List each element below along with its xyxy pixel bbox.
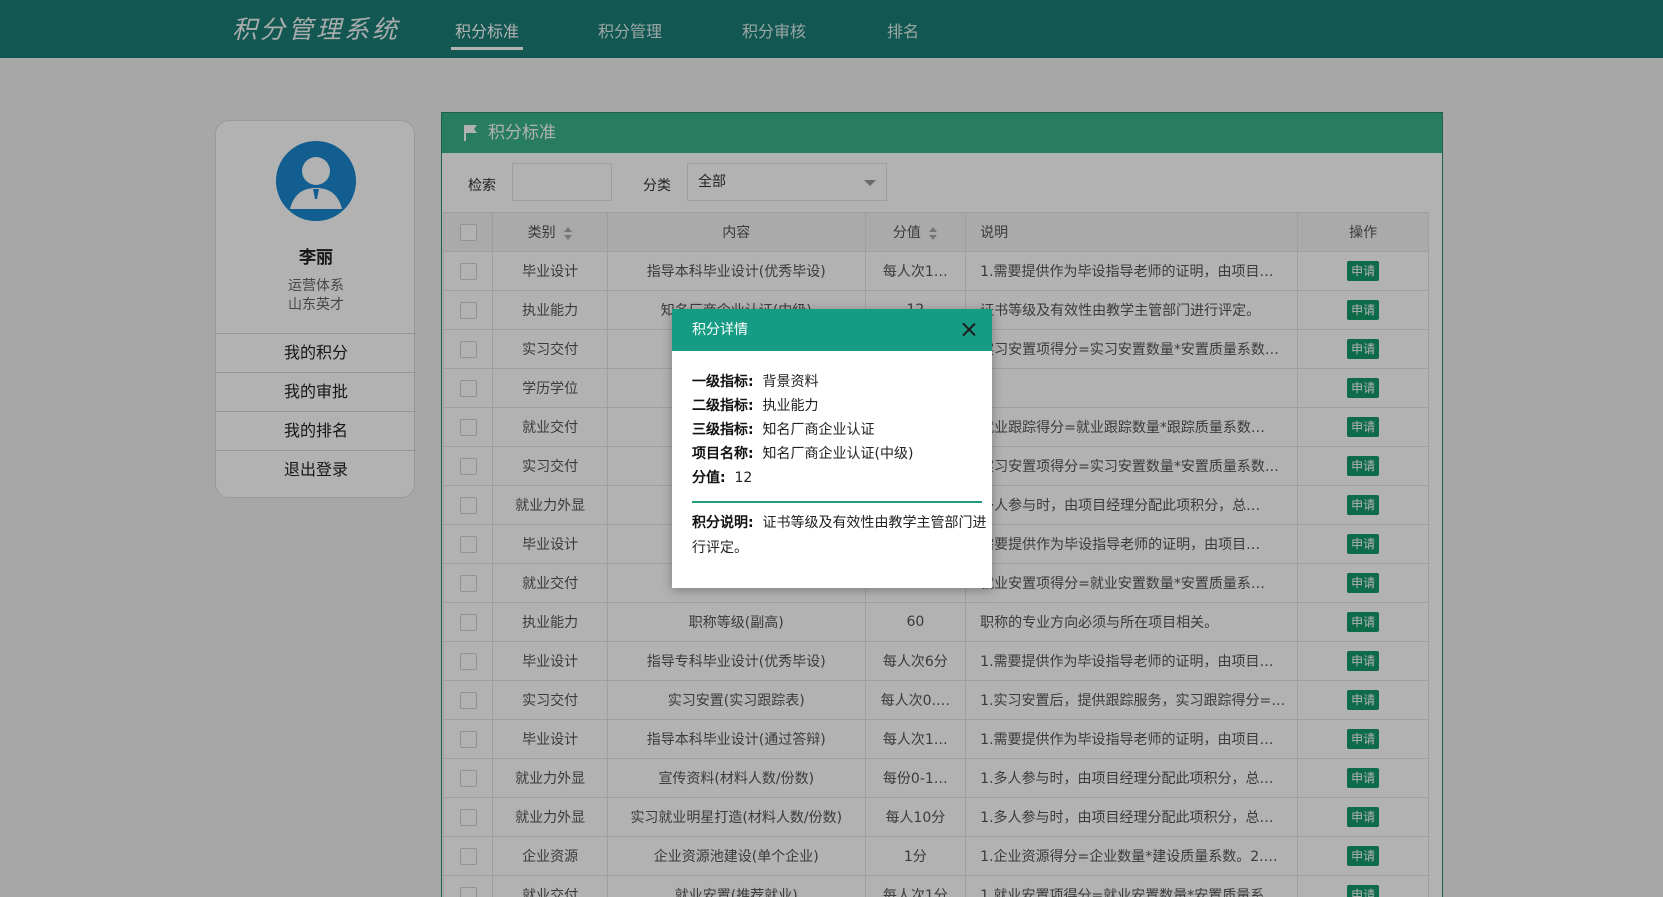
modal-divider xyxy=(692,501,982,503)
modal-item-name: 项目名称: 知名厂商企业认证(中级) xyxy=(692,446,914,462)
points-detail-modal: 积分详情 一级指标: 背景资料 二级指标: 执业能力 三级指标: 知名厂商企业认… xyxy=(672,309,992,588)
modal-score: 分值: 12 xyxy=(692,470,753,486)
close-icon[interactable] xyxy=(961,322,976,337)
modal-note: 积分说明: 证书等级及有效性由教学主管部门进行评定。 xyxy=(692,515,987,556)
modal-level1: 一级指标: 背景资料 xyxy=(692,374,819,390)
modal-header: 积分详情 xyxy=(672,309,992,351)
modal-title: 积分详情 xyxy=(692,322,748,338)
modal-level3: 三级指标: 知名厂商企业认证 xyxy=(692,422,875,438)
modal-level2: 二级指标: 执业能力 xyxy=(692,398,819,414)
